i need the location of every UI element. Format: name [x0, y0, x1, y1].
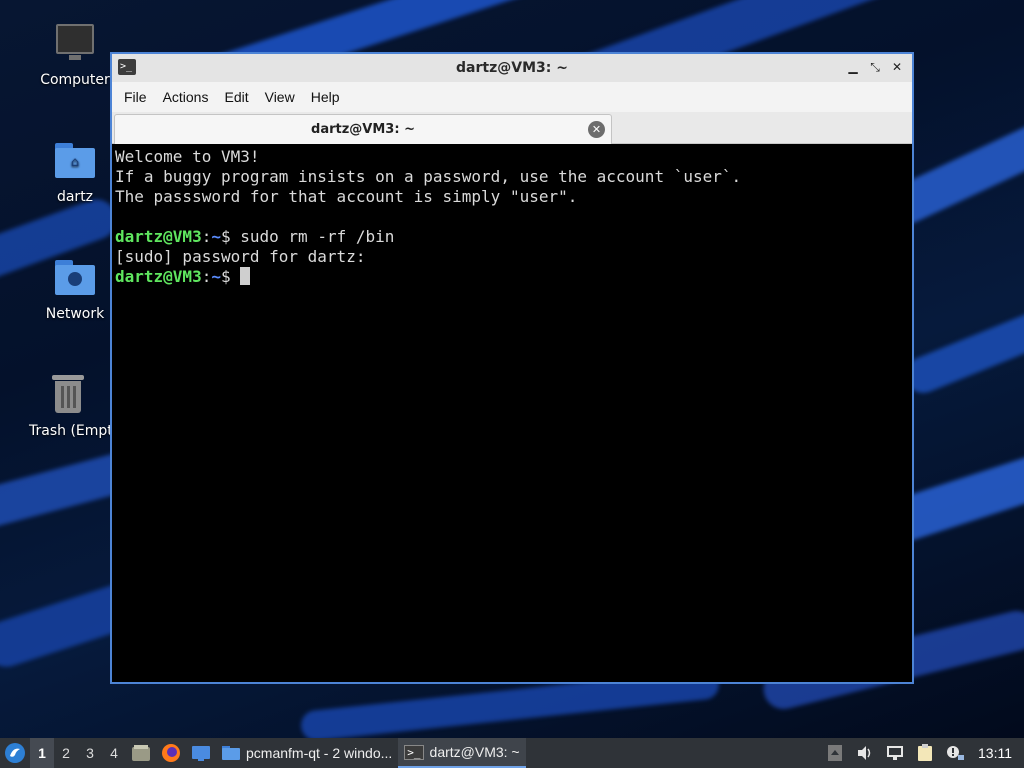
notification-icon[interactable] [940, 738, 970, 768]
prompt-user: dartz@VM3 [115, 227, 202, 246]
start-menu-button[interactable] [0, 738, 30, 768]
home-folder-icon: ⌂ [53, 139, 97, 183]
window-title: dartz@VM3: ~ [456, 60, 568, 76]
task-label: dartz@VM3: ~ [429, 744, 520, 760]
file-manager-icon [132, 745, 150, 761]
terminal-input-line[interactable]: dartz@VM3:~$ [115, 267, 909, 287]
menu-actions[interactable]: Actions [155, 89, 217, 105]
prompt-user: dartz@VM3 [115, 267, 202, 286]
trash-icon [46, 373, 90, 417]
terminal-line: If a buggy program insists on a password… [115, 167, 742, 186]
terminal-output[interactable]: Welcome to VM3! If a buggy program insis… [112, 144, 912, 682]
taskbar: 1 2 3 4 pcmanfm-qt - 2 windo... >_ dartz… [0, 738, 1024, 768]
launcher-file-manager[interactable] [126, 738, 156, 768]
task-terminal[interactable]: >_ dartz@VM3: ~ [398, 738, 526, 768]
desktop-switch-1[interactable]: 1 [30, 738, 54, 768]
terminal-line: The passsword for that account is simply… [115, 187, 578, 206]
desktop-switch-2[interactable]: 2 [54, 738, 78, 768]
maximize-icon[interactable]: ⤡ [866, 58, 884, 76]
terminal-tab[interactable]: dartz@VM3: ~ ✕ [114, 114, 612, 144]
system-tray: 13:11 [820, 738, 1024, 768]
menu-bar: File Actions Edit View Help [112, 82, 912, 112]
lxqt-logo-icon [5, 743, 25, 763]
close-icon[interactable]: ✕ [888, 58, 906, 76]
tray-arrow-icon[interactable] [820, 738, 850, 768]
terminal-line: Welcome to VM3! [115, 147, 260, 166]
launcher-show-desktop[interactable] [186, 738, 216, 768]
show-desktop-icon [192, 746, 210, 761]
prompt-separator: : [201, 267, 212, 286]
prompt-symbol: $ [220, 267, 241, 286]
menu-edit[interactable]: Edit [216, 89, 256, 105]
tab-label: dartz@VM3: ~ [311, 122, 415, 137]
task-label: pcmanfm-qt - 2 windo... [246, 745, 393, 761]
terminal-command-line: dartz@VM3:~$ sudo rm -rf /bin [115, 227, 909, 247]
menu-help[interactable]: Help [303, 89, 348, 105]
prompt-separator: : [201, 227, 212, 246]
clipboard-icon[interactable] [910, 738, 940, 768]
tab-close-icon[interactable]: ✕ [588, 121, 605, 138]
terminal-app-icon[interactable]: >_ [118, 59, 136, 75]
menu-view[interactable]: View [257, 89, 303, 105]
terminal-window[interactable]: >_ dartz@VM3: ~ ▁ ⤡ ✕ File Actions Edit … [110, 52, 914, 684]
launcher-firefox[interactable] [156, 738, 186, 768]
desktop-switch-3[interactable]: 3 [78, 738, 102, 768]
desktop-switch-4[interactable]: 4 [102, 738, 126, 768]
monitor-icon [53, 22, 97, 66]
terminal-line: [sudo] password for dartz: [115, 247, 366, 266]
clock[interactable]: 13:11 [970, 745, 1024, 761]
firefox-icon [162, 744, 180, 762]
text-cursor [240, 267, 251, 285]
desktop-icon-label: Trash (Empty) [29, 423, 110, 439]
menu-file[interactable]: File [116, 89, 155, 105]
volume-icon[interactable] [850, 738, 880, 768]
prompt-symbol: $ [220, 227, 241, 246]
tab-bar: dartz@VM3: ~ ✕ [112, 112, 912, 144]
task-pcmanfm[interactable]: pcmanfm-qt - 2 windo... [216, 738, 398, 768]
network-status-icon[interactable] [880, 738, 910, 768]
prompt-path: ~ [211, 267, 221, 286]
prompt-path: ~ [211, 227, 221, 246]
terminal-icon: >_ [404, 744, 424, 760]
window-titlebar[interactable]: >_ dartz@VM3: ~ ▁ ⤡ ✕ [112, 54, 912, 82]
network-folder-icon [53, 256, 97, 300]
desktop-icon-trash[interactable]: Trash (Empty) [25, 373, 110, 439]
command-text: sudo rm -rf /bin [240, 227, 395, 246]
folder-icon [222, 746, 240, 760]
minimize-icon[interactable]: ▁ [844, 58, 862, 76]
